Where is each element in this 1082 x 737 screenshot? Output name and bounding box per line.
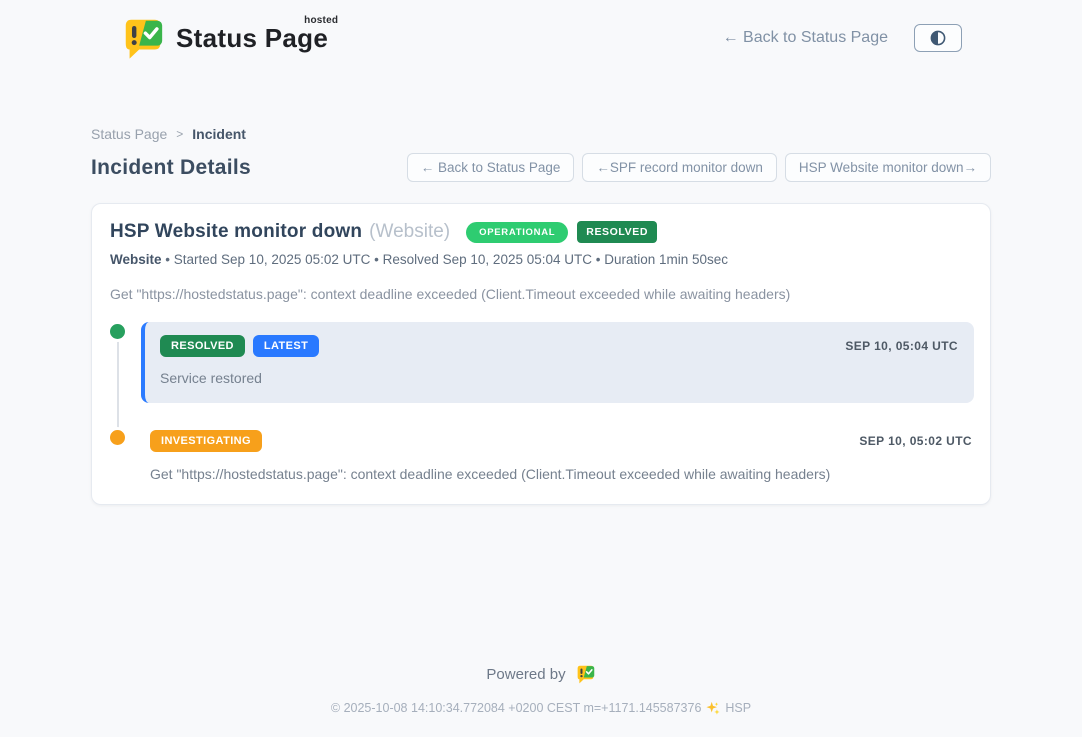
timeline-badge-row: INVESTIGATING SEP 10, 05:02 UTC [150,430,972,452]
incident-nav-buttons: ← Back to Status Page ←SPF record monito… [407,153,991,182]
timeline-dot-column [110,428,141,445]
investigating-dot-icon [110,430,125,445]
copyright-line: © 2025-10-08 14:10:34.772084 +0200 CEST … [0,701,1082,715]
incident-description: Get "https://hostedstatus.page": context… [110,286,974,302]
latest-badge: LATEST [253,335,319,357]
brand-logo-icon [120,14,166,62]
breadcrumb-incident: Incident [192,126,246,142]
breadcrumb-separator: > [176,127,183,141]
timeline-message: Service restored [160,370,958,386]
incident-component: (Website) [369,221,450,243]
incident-card: HSP Website monitor down (Website) OPERA… [91,203,991,505]
timeline-timestamp: SEP 10, 05:04 UTC [845,339,958,353]
page-title: Incident Details [91,156,251,180]
incident-meta-details: • Started Sep 10, 2025 05:02 UTC • Resol… [165,252,728,267]
sparkles-icon [706,701,720,715]
next-incident-button[interactable]: HSP Website monitor down→ [785,153,991,182]
brand-logo[interactable]: Status Page hosted [120,14,334,62]
theme-toggle-button[interactable] [914,24,962,52]
back-to-status-page-button[interactable]: ← Back to Status Page [407,153,575,182]
incident-timeline: RESOLVED LATEST SEP 10, 05:04 UTC Servic… [110,322,974,482]
timeline-item-resolved: RESOLVED LATEST SEP 10, 05:04 UTC Servic… [110,322,974,403]
footer: Powered by © 2025-10-08 14:10:34.772084 … [0,663,1082,737]
title-row: Incident Details ← Back to Status Page ←… [91,153,991,182]
timeline-plain-content: INVESTIGATING SEP 10, 05:02 UTC Get "htt… [141,428,974,482]
header-back-link[interactable]: ← Back to Status Page [723,29,888,47]
timeline-timestamp: SEP 10, 05:02 UTC [859,434,972,448]
powered-by-label: Powered by [486,666,565,683]
incident-badges: OPERATIONAL RESOLVED [466,221,657,243]
header-actions: ← Back to Status Page [723,24,962,52]
resolved-dot-icon [110,324,125,339]
prev-incident-button[interactable]: ←SPF record monitor down [582,153,777,182]
breadcrumb: Status Page > Incident [91,126,991,142]
incident-meta-component: Website [110,252,162,267]
timeline-badge-row: RESOLVED LATEST SEP 10, 05:04 UTC [160,335,958,357]
half-circle-theme-icon [928,28,948,48]
powered-by-link[interactable]: Powered by [486,663,595,685]
timeline-message: Get "https://hostedstatus.page": context… [150,466,972,482]
resolved-badge: RESOLVED [160,335,245,357]
copyright-suffix: HSP [725,701,751,715]
brand-name: Status Page hosted [176,23,334,54]
footer-logo-icon [575,663,596,685]
operational-badge: OPERATIONAL [466,222,568,243]
incident-title: HSP Website monitor down [110,221,362,243]
timeline-dot-column [110,322,141,339]
header: Status Page hosted ← Back to Status Page [0,0,1082,62]
resolved-status-badge: RESOLVED [577,221,657,243]
incident-title-row: HSP Website monitor down (Website) OPERA… [110,221,974,243]
copyright-text: © 2025-10-08 14:10:34.772084 +0200 CEST … [331,701,702,715]
incident-meta: Website • Started Sep 10, 2025 05:02 UTC… [110,252,974,267]
breadcrumb-status-page[interactable]: Status Page [91,126,167,142]
timeline-item-investigating: INVESTIGATING SEP 10, 05:02 UTC Get "htt… [110,428,974,482]
investigating-badge: INVESTIGATING [150,430,262,452]
brand-tag: hosted [304,15,338,26]
main-content: Status Page > Incident Incident Details … [91,62,991,505]
timeline-highlight-box: RESOLVED LATEST SEP 10, 05:04 UTC Servic… [141,322,974,403]
